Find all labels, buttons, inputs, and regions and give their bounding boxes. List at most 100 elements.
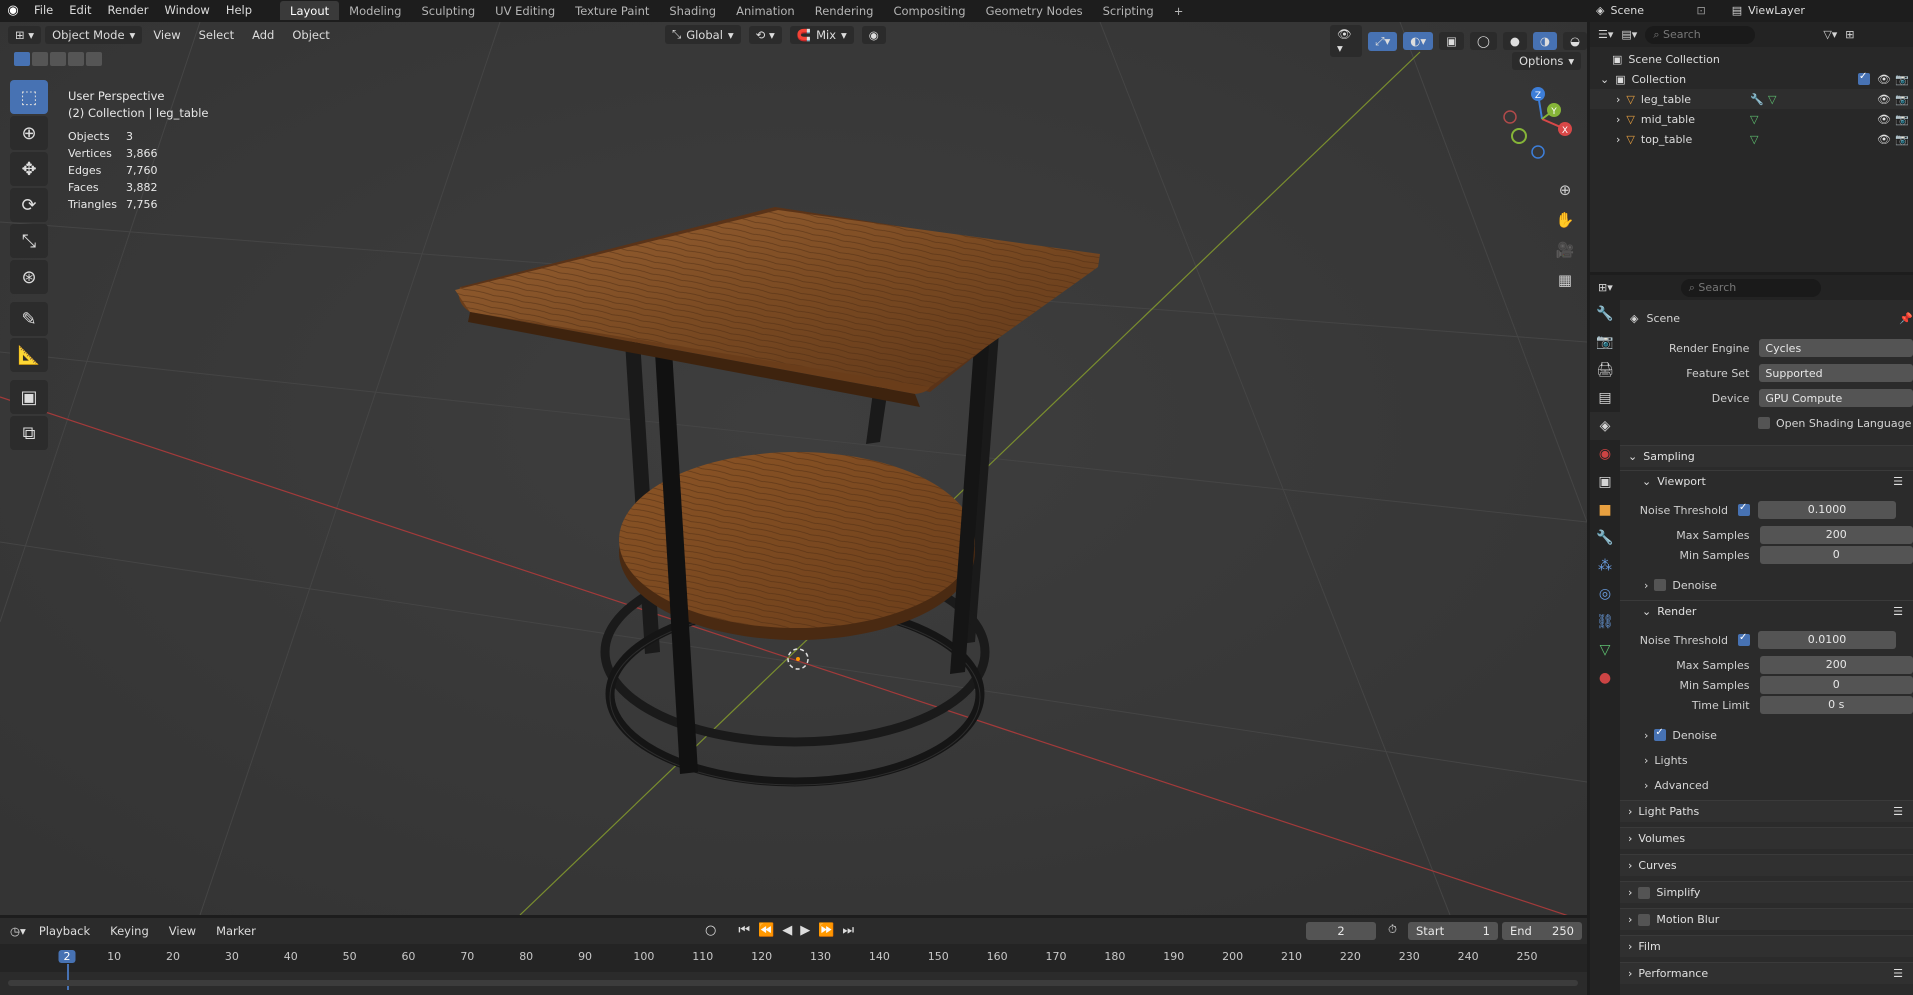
visibility-icon[interactable]: 👁: [1877, 93, 1891, 106]
osl-checkbox[interactable]: [1758, 417, 1770, 429]
move-tool-icon[interactable]: ✥: [10, 152, 48, 186]
particles-tab-icon[interactable]: ⁂: [1590, 552, 1620, 580]
render-visibility-icon[interactable]: 📷: [1895, 133, 1909, 146]
jump-end-icon[interactable]: ⏭: [842, 923, 854, 938]
scene-collection-row[interactable]: ▣ Scene Collection: [1590, 49, 1913, 69]
feature-set-dropdown[interactable]: Supported: [1759, 364, 1913, 382]
menu-edit[interactable]: Edit: [61, 0, 99, 21]
noise-threshold-checkbox[interactable]: [1738, 632, 1750, 646]
prev-keyframe-icon[interactable]: ⏪: [758, 923, 774, 938]
visibility-icon[interactable]: 👁: [1877, 133, 1891, 146]
visibility-icon[interactable]: 👁▾: [1330, 25, 1363, 57]
proportional-edit-icon[interactable]: ◉: [861, 25, 886, 44]
menu-select[interactable]: Select: [192, 26, 241, 44]
timeline-ruler[interactable]: 2 10 20 30 40 50 60 70 80 90 100 110 120 130 140 150 160…: [0, 944, 1587, 990]
performance-panel[interactable]: › Performance ☰: [1620, 962, 1913, 984]
tab-scripting[interactable]: Scripting: [1093, 1, 1164, 20]
end-frame-field[interactable]: End 250: [1502, 922, 1582, 940]
jump-start-icon[interactable]: ⏮: [738, 923, 750, 938]
select-invert-icon[interactable]: [68, 52, 84, 66]
expand-chevron-icon[interactable]: ›: [1616, 93, 1620, 106]
blender-logo-icon[interactable]: ◉: [0, 3, 26, 18]
scene-name-field[interactable]: Scene: [1610, 4, 1690, 17]
display-mode-icon[interactable]: ▤▾: [1621, 28, 1637, 41]
properties-search-field[interactable]: ⌕ Search: [1680, 278, 1821, 297]
device-dropdown[interactable]: GPU Compute: [1759, 389, 1913, 407]
annotate-tool-icon[interactable]: ✎: [10, 302, 48, 336]
collection-visibility-icon[interactable]: 👁: [1877, 73, 1891, 86]
data-tab-icon[interactable]: ▽: [1590, 636, 1620, 664]
menu-file[interactable]: File: [26, 0, 61, 21]
view-layer-field[interactable]: ViewLayer: [1748, 4, 1805, 17]
vp-denoise-checkbox[interactable]: [1654, 579, 1667, 591]
object-tab-icon[interactable]: ■: [1590, 496, 1620, 524]
scale-tool-icon[interactable]: ⤡: [10, 224, 48, 258]
play-icon[interactable]: ▶: [800, 923, 810, 938]
constraints-tab-icon[interactable]: ⛓: [1590, 608, 1620, 636]
new-collection-icon[interactable]: ⊞: [1845, 28, 1854, 41]
xray-icon[interactable]: ▣: [1439, 32, 1464, 50]
render-tab-icon[interactable]: 📷: [1590, 328, 1620, 356]
r-max-samples-field[interactable]: 200: [1759, 656, 1913, 674]
gizmo-toggle-icon[interactable]: ⤢▾: [1368, 31, 1398, 51]
overlay-toggle-icon[interactable]: ◐▾: [1403, 32, 1434, 50]
collection-checkbox[interactable]: [1858, 71, 1870, 85]
list-icon[interactable]: ☰: [1893, 967, 1903, 980]
select-box-icon[interactable]: ⬚: [10, 80, 48, 114]
motion-blur-panel[interactable]: › Motion Blur: [1620, 908, 1913, 930]
menu-timeline-view[interactable]: View: [162, 922, 203, 940]
lights-subpanel[interactable]: › Lights: [1620, 750, 1913, 770]
current-frame-field[interactable]: 2: [1306, 922, 1376, 940]
tab-uv-editing[interactable]: UV Editing: [485, 1, 565, 20]
outliner-object-row[interactable]: › ▽ leg_table 🔧 ▽ 👁 📷: [1590, 89, 1913, 109]
options-dropdown[interactable]: Options ▾: [1512, 52, 1582, 70]
select-intersect-icon[interactable]: [86, 52, 102, 66]
menu-window[interactable]: Window: [156, 0, 217, 21]
render-visibility-icon[interactable]: 📷: [1895, 93, 1909, 106]
motion-blur-checkbox[interactable]: [1638, 913, 1651, 926]
timeline-editor-icon[interactable]: ◷▾: [10, 924, 26, 938]
shading-solid-icon[interactable]: ●: [1502, 32, 1527, 50]
r-denoise-row[interactable]: › Denoise: [1620, 725, 1913, 745]
tab-sculpting[interactable]: Sculpting: [411, 1, 485, 20]
viewport-subpanel-header[interactable]: ⌄ Viewport ☰: [1620, 470, 1913, 492]
editor-type-icon[interactable]: ⊞ ▾: [8, 25, 42, 44]
render-engine-dropdown[interactable]: Cycles: [1759, 339, 1913, 357]
menu-help[interactable]: Help: [218, 0, 260, 21]
transform-tool-icon[interactable]: ⊛: [10, 260, 48, 294]
outliner-editor-icon[interactable]: ☰▾: [1598, 28, 1613, 41]
tab-layout[interactable]: Layout: [280, 1, 340, 20]
tab-modeling[interactable]: Modeling: [339, 1, 411, 20]
view-layer-icon[interactable]: ▤: [1732, 4, 1742, 17]
collection-render-icon[interactable]: 📷: [1895, 73, 1909, 86]
volumes-panel[interactable]: › Volumes: [1620, 827, 1913, 849]
tab-rendering[interactable]: Rendering: [805, 1, 884, 20]
light-paths-panel[interactable]: › Light Paths ☰: [1620, 800, 1913, 822]
world-tab-icon[interactable]: ◉: [1590, 440, 1620, 468]
visibility-icon[interactable]: 👁: [1877, 113, 1891, 126]
3d-viewport[interactable]: Z X Y ⊞ ▾ Object Mode ▾ View Select Add O…: [0, 22, 1587, 915]
advanced-subpanel[interactable]: › Advanced: [1620, 775, 1913, 795]
object-mode-dropdown[interactable]: Object Mode ▾: [45, 25, 143, 44]
menu-view[interactable]: View: [146, 26, 187, 44]
play-reverse-icon[interactable]: ◀: [782, 923, 792, 938]
add-cube-tool-icon[interactable]: ▣: [10, 380, 48, 414]
menu-marker[interactable]: Marker: [209, 922, 263, 940]
simplify-checkbox[interactable]: [1638, 886, 1651, 899]
measure-tool-icon[interactable]: 📐: [10, 338, 48, 372]
stopwatch-icon[interactable]: ⏱: [1388, 922, 1397, 937]
tool-tab-icon[interactable]: 🔧: [1590, 300, 1620, 328]
noise-threshold-checkbox[interactable]: [1738, 502, 1750, 516]
menu-playback[interactable]: Playback: [32, 922, 97, 940]
cursor-tool-icon[interactable]: ⊕: [10, 116, 48, 150]
modifier-tab-icon[interactable]: 🔧: [1590, 524, 1620, 552]
vp-max-samples-field[interactable]: 200: [1759, 526, 1913, 544]
pivot-dropdown[interactable]: ⟲ ▾: [748, 25, 782, 44]
tab-animation[interactable]: Animation: [726, 1, 805, 20]
r-noise-threshold-field[interactable]: 0.0100: [1758, 631, 1896, 649]
physics-tab-icon[interactable]: ◎: [1590, 580, 1620, 608]
menu-add[interactable]: Add: [245, 26, 281, 44]
next-keyframe-icon[interactable]: ⏩: [818, 923, 834, 938]
render-visibility-icon[interactable]: 📷: [1895, 113, 1909, 126]
transform-orientation-dropdown[interactable]: ⤡ Global ▾: [665, 25, 741, 44]
